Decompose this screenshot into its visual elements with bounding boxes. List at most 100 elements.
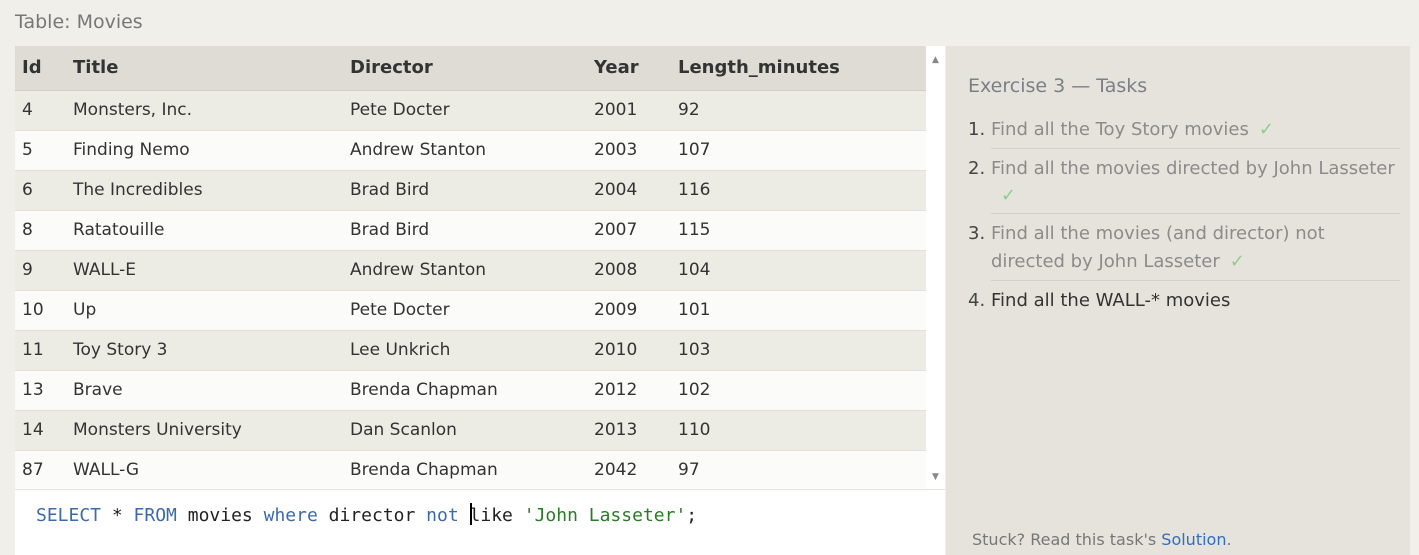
task-number: 2.: [968, 158, 986, 179]
table-cell-title: WALL-E: [66, 250, 343, 291]
vertical-scrollbar[interactable]: ▲ ▼: [926, 46, 945, 489]
table-row: 5 Finding Nemo Andrew Stanton 2003 107: [15, 130, 926, 171]
table-row: 10 Up Pete Docter 2009 101: [15, 290, 926, 331]
task-text: Find all the movies (and director) not d…: [991, 223, 1325, 272]
sql-query-line[interactable]: SELECT * FROM movies where director not …: [36, 503, 697, 527]
solution-link[interactable]: Solution: [1161, 530, 1226, 549]
table-cell-id: 87: [15, 450, 66, 489]
column-header-title: Title: [66, 46, 343, 91]
table-row: 87 WALL-G Brenda Chapman 2042 97: [15, 450, 926, 489]
table-row: 13 Brave Brenda Chapman 2012 102: [15, 370, 926, 411]
table-cell-id: 8: [15, 210, 66, 251]
task-number: 1.: [968, 119, 986, 140]
table-cell-year: 2001: [587, 90, 671, 131]
table-cell-length_minutes: 102: [671, 370, 926, 411]
table-row: 11 Toy Story 3 Lee Unkrich 2010 103: [15, 330, 926, 371]
table-cell-length_minutes: 103: [671, 330, 926, 371]
table-cell-title: Brave: [66, 370, 343, 411]
table-cell-title: Monsters University: [66, 410, 343, 451]
table-cell-director: Andrew Stanton: [343, 130, 587, 171]
table-cell-year: 2004: [587, 170, 671, 211]
sql-text: movies: [176, 505, 264, 526]
table-cell-year: 2009: [587, 290, 671, 331]
table-cell-id: 6: [15, 170, 66, 211]
table-row: 8 Ratatouille Brad Bird 2007 115: [15, 210, 926, 251]
table-cell-director: Dan Scanlon: [343, 410, 587, 451]
table-header-row: Id Title Director Year Length_minutes: [15, 46, 926, 91]
task-list: 1. Find all the Toy Story movies ✓ 2. Find a…: [968, 114, 1400, 323]
table-cell-length_minutes: 97: [671, 450, 926, 489]
table-cell-id: 13: [15, 370, 66, 411]
table-cell-year: 2008: [587, 250, 671, 291]
table-cell-length_minutes: 115: [671, 210, 926, 251]
table-cell-length_minutes: 92: [671, 90, 926, 131]
table-cell-title: Toy Story 3: [66, 330, 343, 371]
task-body: Find all the Toy Story movies ✓: [991, 116, 1400, 149]
sql-text: like: [469, 505, 513, 526]
table-body: 4 Monsters, Inc. Pete Docter 2001 92 5 Finding…: [15, 90, 926, 489]
sql-keyword: FROM: [133, 505, 177, 526]
table-cell-year: 2042: [587, 450, 671, 489]
table-cell-director: Pete Docter: [343, 90, 587, 131]
task-body: Find all the WALL-* movies: [991, 287, 1400, 319]
table-cell-title: WALL-G: [66, 450, 343, 489]
table-cell-year: 2007: [587, 210, 671, 251]
sql-editor[interactable]: SELECT * FROM movies where director not …: [15, 489, 945, 555]
sql-string: 'John Lasseter': [523, 505, 687, 526]
task-text: Find all the WALL-* movies: [991, 290, 1231, 311]
table-row: 9 WALL-E Andrew Stanton 2008 104: [15, 250, 926, 291]
task-item-3: 3. Find all the movies (and director) not…: [968, 218, 1400, 285]
column-header-year: Year: [587, 46, 671, 91]
table-cell-director: Brenda Chapman: [343, 450, 587, 489]
task-text: Find all the Toy Story movies: [991, 119, 1249, 140]
table-cell-length_minutes: 104: [671, 250, 926, 291]
sql-keyword: SELECT: [36, 505, 102, 526]
check-icon: ✓: [1001, 185, 1017, 206]
task-body: Find all the movies directed by John Las…: [991, 155, 1400, 214]
table-cell-title: Finding Nemo: [66, 130, 343, 171]
help-suffix: .: [1226, 530, 1232, 549]
table-cell-length_minutes: 116: [671, 170, 926, 211]
sql-keyword: where: [263, 505, 318, 526]
task-number: 4.: [968, 290, 986, 311]
results-table-container[interactable]: Id Title Director Year Length_minutes 4 Monst…: [15, 46, 945, 489]
help-prefix: Stuck? Read this task's: [972, 530, 1162, 549]
table-row: 6 The Incredibles Brad Bird 2004 116: [15, 170, 926, 211]
table-cell-id: 14: [15, 410, 66, 451]
check-icon: ✓: [1229, 251, 1245, 272]
scroll-down-icon[interactable]: ▼: [926, 467, 945, 487]
column-header-id: Id: [15, 46, 66, 91]
table-cell-id: 4: [15, 90, 66, 131]
task-item-4: 4. Find all the WALL-* movies: [968, 285, 1400, 323]
help-text: Stuck? Read this task's Solution.: [972, 530, 1232, 549]
table-cell-length_minutes: 107: [671, 130, 926, 171]
table-cell-id: 5: [15, 130, 66, 171]
table-cell-title: Up: [66, 290, 343, 331]
table-row: 14 Monsters University Dan Scanlon 2013 110: [15, 410, 926, 451]
text-cursor: [469, 503, 472, 525]
task-item-1: 1. Find all the Toy Story movies ✓: [968, 114, 1400, 153]
table-cell-director: Lee Unkrich: [343, 330, 587, 371]
table-row: 4 Monsters, Inc. Pete Docter 2001 92: [15, 90, 926, 131]
column-header-length_minutes: Length_minutes: [671, 46, 926, 91]
table-cell-year: 2003: [587, 130, 671, 171]
table-cell-length_minutes: 110: [671, 410, 926, 451]
table-cell-year: 2010: [587, 330, 671, 371]
table-cell-director: Andrew Stanton: [343, 250, 587, 291]
table-cell-title: Monsters, Inc.: [66, 90, 343, 131]
task-text: Find all the movies directed by John Las…: [991, 158, 1395, 179]
table-cell-director: Brad Bird: [343, 170, 587, 211]
table-cell-year: 2012: [587, 370, 671, 411]
exercise-title: Exercise 3 — Tasks: [968, 75, 1148, 97]
sql-text: director: [317, 505, 427, 526]
sql-text: *: [101, 505, 134, 526]
scroll-up-icon[interactable]: ▲: [926, 50, 945, 70]
task-number: 3.: [968, 223, 986, 244]
table-cell-title: Ratatouille: [66, 210, 343, 251]
sql-keyword: not: [426, 505, 459, 526]
table-cell-title: The Incredibles: [66, 170, 343, 211]
table-cell-id: 11: [15, 330, 66, 371]
table-title: Table: Movies: [15, 11, 143, 33]
